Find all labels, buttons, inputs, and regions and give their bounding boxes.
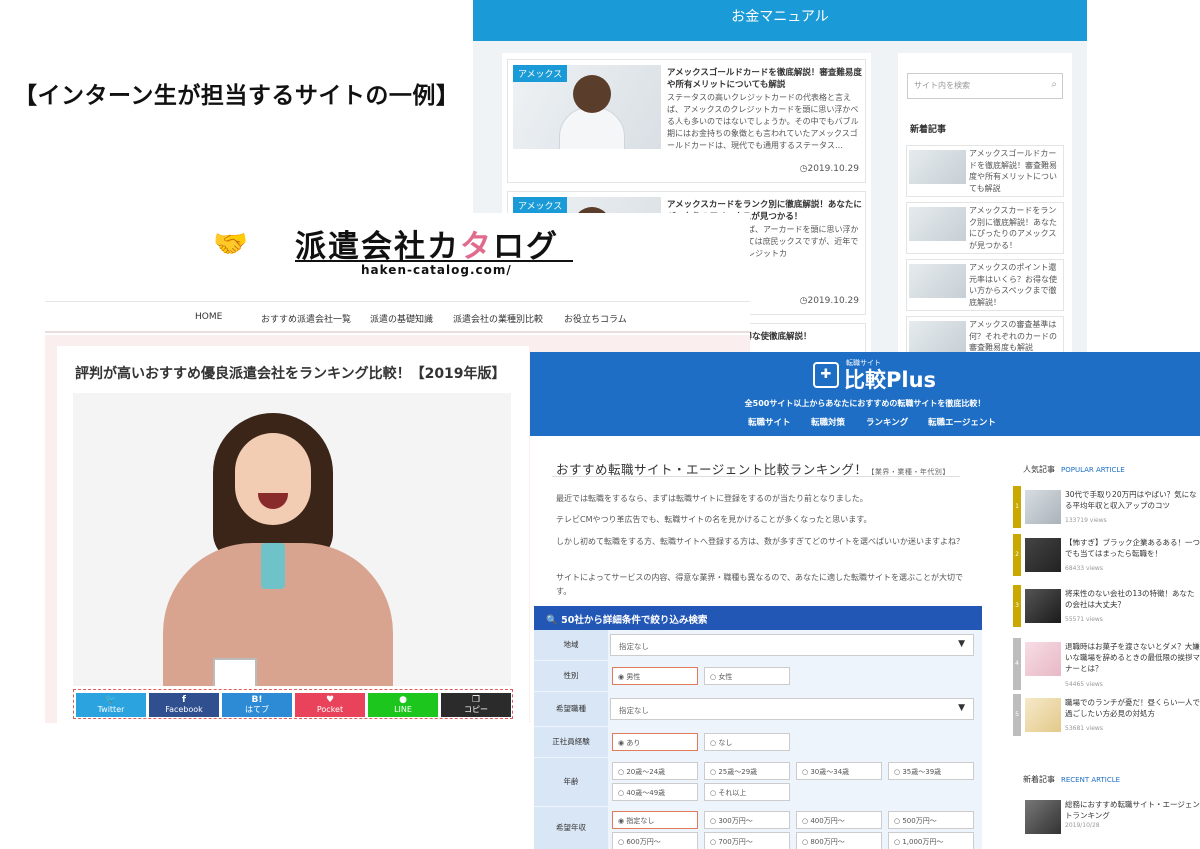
gender-female-radio[interactable]: ○ 女性 [704,667,790,685]
chevron-down-icon: ▼ [958,703,965,713]
recent-article[interactable]: 総務におすすめ転職サイト・エージェントランキング 2019/10/28 [1013,796,1200,838]
job-select[interactable]: 指定なし ▼ [610,698,974,720]
age-option[interactable]: ○ 40歳〜49歳 [612,783,698,801]
handshake-icon: 🤝 [213,227,248,260]
facebook-icon: f [182,695,186,705]
share-facebook-button[interactable]: f Facebook [149,693,219,717]
category-badge: アメックス [513,197,568,214]
search-input[interactable]: サイト内を検索 ⌕ [907,73,1063,99]
income-option[interactable]: ○ 400万円〜 [796,811,882,829]
nav-home[interactable]: HOME [195,312,222,322]
new-articles-heading: 新着記事 [910,125,947,135]
site-logo[interactable]: 🤝 派遣会社カタログ haken-catalog.com/ [45,213,750,298]
sidebar-article[interactable]: アメックスゴールドカードを徹底解説！審査難易度や所有メリットについても解説 [906,145,1064,197]
nav-industry-compare[interactable]: 派遣会社の業種別比較 [453,312,543,325]
job-label: 希望職種 [534,692,608,726]
share-pocket-button[interactable]: ♥ Pocket [295,693,365,717]
income-option[interactable]: ○ 700万円〜 [704,832,790,849]
income-option[interactable]: ◉ 指定なし [612,811,698,829]
rank-badge: 1 [1013,486,1021,528]
age-label: 年齢 [534,758,608,806]
article-excerpt: ステータスの高いクレジットカードの代表格と言えば、アメックスのクレジットカードを… [667,93,859,150]
rank-badge: 3 [1013,585,1021,627]
search-form: 地域 指定なし ▼ 性別 ◉ 男性 ○ 女性 希望職種 指定なし ▼ 正社員経験 ◉… [534,630,982,849]
tenshoku-hikaku-screenshot: ✚ 転職サイト 比較Plus 全500サイト以上からあなたにおすすめの転職サイト… [530,352,1200,849]
recent-heading: 新着記事 RECENT ARTICLE [1023,775,1121,784]
popular-heading: 人気記事 POPULAR ARTICLE [1023,465,1125,474]
age-option[interactable]: ○ 35歳〜39歳 [888,762,974,780]
share-line-button[interactable]: ● LINE [368,693,438,717]
site-tagline: 全500サイト以上からあなたにおすすめの転職サイトを徹底比較！ [744,399,986,408]
area-select[interactable]: 指定なし ▼ [610,634,974,656]
age-option[interactable]: ○ 30歳〜34歳 [796,762,882,780]
rank-badge: 5 [1013,694,1021,736]
sidebar-article[interactable]: アメックスのポイント還元率はいくら？お得な使い方からスペックまで徹底解説！ [906,259,1064,311]
income-option[interactable]: ○ 800万円〜 [796,832,882,849]
search-panel-title: 🔍 50社から詳細条件で絞り込み検索 [534,606,982,630]
logo-icon[interactable]: ✚ [813,362,839,388]
article-title[interactable]: アメックスゴールドカードを徹底解説！審査難易度や所有メリットについても解説 [667,67,863,91]
regular-yes-radio[interactable]: ◉ あり [612,733,698,751]
popular-article[interactable]: 3 将来性のない会社の13の特徴！あなたの会社は大丈夫？ 55571 views [1013,585,1200,627]
age-option[interactable]: ○ 25歳〜29歳 [704,762,790,780]
search-icon[interactable]: ⌕ [1051,79,1057,90]
nav-ranking[interactable]: ランキング [866,416,908,428]
site-header-title[interactable]: お金マニュアル [473,0,1087,41]
popular-article[interactable]: 5 職場でのランチが憂だ！昼くらい一人で過ごしたい方必見の対処方 53681 v… [1013,694,1200,736]
line-icon: ● [399,695,407,705]
site-header: ✚ 転職サイト 比較Plus 全500サイト以上からあなたにおすすめの転職サイト… [530,352,1200,436]
share-copy-button[interactable]: ❐ コピー [441,693,511,717]
income-option[interactable]: ○ 1,000万円〜 [888,832,974,849]
regular-label: 正社員経験 [534,727,608,757]
hatebu-icon: B! [251,695,263,705]
rank-badge: 2 [1013,534,1021,576]
age-option[interactable]: ○ 20歳〜24歳 [612,762,698,780]
logo-title[interactable]: 比較Plus [844,364,936,394]
popular-article[interactable]: 2 【怖すぎ】ブラック企業あるある！一つでも当てはまったら転職を！ 68433 … [1013,534,1200,576]
sidebar: 人気記事 POPULAR ARTICLE 1 30代で手取り20万円はやばい？気に… [1003,450,1200,849]
sidebar-article[interactable]: アメックスカードをランク別に徹底解説！あなたにぴったりのアメックスが見つかる！ [906,202,1064,254]
article-date: ◷2019.10.29 [799,296,859,306]
gender-label: 性別 [534,661,608,691]
twitter-icon: 🐦 [105,695,117,705]
income-label: 希望年収 [534,807,608,849]
intro-paragraph: しかし初めて転職をする方、転職サイトへ登録する方は、数が多すぎてどのサイトを選べ… [556,537,964,546]
share-buttons: 🐦 Twitter f Facebook B! はてブ ♥ Pocket ● LINE ❐… [73,689,513,719]
popular-article[interactable]: 4 退職時はお菓子を渡さないとダメ？大嫌いな職場を辞めるときの最低限の挨拶マナー… [1013,638,1200,690]
article-title: 評判が高いおすすめ優良派遣会社をランキング比較！【2019年版】 [75,366,506,382]
search-icon: 🔍 [546,615,558,626]
income-option[interactable]: ○ 600万円〜 [612,832,698,849]
global-nav: HOME おすすめ派遣会社一覧 派遣の基礎知識 派遣会社の業種別比較 お役立ちコ… [45,301,750,333]
nav-column[interactable]: お役立ちコラム [564,312,627,325]
sidebar: サイト内を検索 ⌕ 新着記事 アメックスゴールドカードを徹底解説！審査難易度や所… [898,53,1072,360]
eyecatch-image [73,393,511,686]
rank-badge: 4 [1013,638,1021,690]
income-option[interactable]: ○ 500万円〜 [888,811,974,829]
share-twitter-button[interactable]: 🐦 Twitter [76,693,146,717]
nav-tenshoku-site[interactable]: 転職サイト [748,416,791,428]
article-date: ◷2019.10.29 [799,164,859,174]
intro-paragraph: サイトによってサービスの内容、得意な業界・職種も異なるので、あなたに適した転職サ… [556,573,964,596]
intro-paragraph: テレビCMやつり革広告でも、転職サイトの名を見かけることが多くなったと思います。 [556,515,872,524]
nav-recommended-list[interactable]: おすすめ派遣会社一覧 [261,312,351,325]
category-badge: アメックス [513,65,568,82]
logo-url: haken-catalog.com/ [361,263,512,277]
copy-icon: ❐ [471,695,481,705]
intro-paragraph: 最近では転職をするなら、まずは転職サイトに登録をするのが当たり前となりました。 [556,494,868,503]
nav-agent[interactable]: 転職エージェント [928,416,996,428]
income-option[interactable]: ○ 300万円〜 [704,811,790,829]
regular-no-radio[interactable]: ○ なし [704,733,790,751]
pocket-icon: ♥ [325,695,335,705]
nav-tenshoku-taisaku[interactable]: 転職対策 [811,416,845,428]
chevron-down-icon: ▼ [958,639,965,649]
caption-heading: 【インターン生が担当するサイトの一例】 [14,83,460,109]
share-hatebu-button[interactable]: B! はてブ [222,693,292,717]
area-label: 地域 [534,630,608,660]
age-option[interactable]: ○ それ以上 [704,783,790,801]
nav-basics[interactable]: 派遣の基礎知識 [370,312,433,325]
article-card[interactable]: アメックス アメックスゴールドカードを徹底解説！審査難易度や所有メリットについて… [507,59,866,183]
popular-article[interactable]: 1 30代で手取り20万円はやばい？気になる平均年収と収入アップのコツ 1337… [1013,486,1200,528]
gender-male-radio[interactable]: ◉ 男性 [612,667,698,685]
